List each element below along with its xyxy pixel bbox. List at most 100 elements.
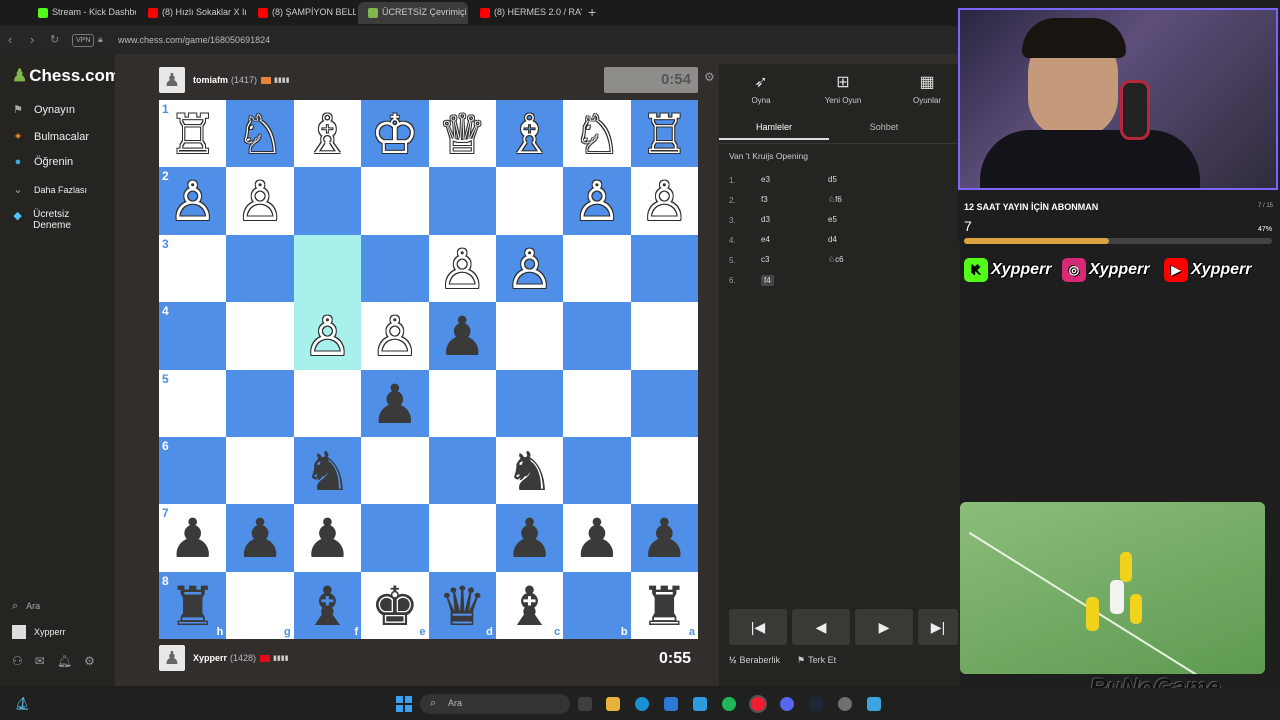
black-queen-piece[interactable]: ♛ — [429, 572, 496, 639]
browser-tab[interactable]: (8) ŞAMPİYON BELLİ C — [248, 2, 356, 24]
board-square[interactable] — [563, 436, 631, 505]
browser-tab[interactable]: Stream - Kick Dashboard — [28, 2, 136, 24]
board-square[interactable]: g — [226, 571, 294, 640]
sidebar-item-play[interactable]: ⚑ Oynayın — [12, 103, 75, 117]
board-square[interactable]: ♟ — [630, 504, 699, 572]
white-move[interactable]: c3 — [761, 255, 769, 264]
board-square[interactable] — [495, 302, 564, 370]
forward-icon[interactable]: › — [30, 33, 34, 47]
previous-move-button[interactable]: ◀ — [792, 609, 850, 645]
board-square[interactable]: ♘ — [226, 100, 294, 168]
black-bishop-piece[interactable]: ♝ — [496, 572, 563, 639]
chess-logo[interactable]: ♟ Chess.com — [12, 66, 120, 86]
board-square[interactable]: ♙ — [563, 167, 631, 235]
board-square[interactable]: ♙ — [630, 167, 699, 235]
sidebar-item-more[interactable]: ⌄ Daha Fazlası — [12, 183, 87, 196]
url-field[interactable]: www.chess.com/game/168050691824 — [118, 35, 270, 45]
board-square[interactable]: ♗ — [495, 100, 564, 168]
browser-tab-active[interactable]: ÜCRETSİZ Çevrimiçi S — [358, 2, 468, 24]
board-square[interactable] — [226, 436, 294, 505]
board-square[interactable] — [563, 302, 631, 370]
board-square[interactable]: ♟ — [428, 302, 496, 370]
white-pawn-piece[interactable]: ♙ — [631, 167, 698, 234]
white-pawn-piece[interactable]: ♙ — [429, 235, 496, 302]
board-square[interactable] — [428, 167, 496, 235]
board-square[interactable]: 4 — [159, 302, 227, 370]
tab-games[interactable]: ▦ Oyunlar — [895, 72, 959, 105]
black-rook-piece[interactable]: ♜ — [631, 572, 698, 639]
white-pawn-piece[interactable]: ♙ — [226, 167, 293, 234]
white-pawn-piece[interactable]: ♙ — [496, 235, 563, 302]
board-square[interactable]: ♙ — [495, 234, 564, 303]
white-rook-piece[interactable]: ♖ — [159, 100, 226, 167]
black-bishop-piece[interactable]: ♝ — [294, 572, 361, 639]
board-square[interactable]: ♟ — [293, 504, 362, 572]
board-square[interactable]: ♔ — [361, 100, 429, 168]
board-square[interactable] — [428, 436, 496, 505]
opera-icon[interactable] — [749, 695, 767, 713]
white-knight-piece[interactable]: ♘ — [226, 100, 293, 167]
black-knight-piece[interactable]: ♞ — [294, 437, 361, 504]
board-square[interactable]: ♟ — [361, 369, 429, 437]
sidebar-item-puzzles[interactable]: ✦ Bulmacalar — [12, 130, 89, 144]
board-square[interactable]: d ♛ — [428, 571, 496, 640]
steam-icon[interactable] — [809, 697, 823, 711]
white-king-piece[interactable]: ♔ — [361, 100, 428, 167]
board-square[interactable]: c ♝ — [495, 571, 564, 640]
avatar[interactable]: ♟ — [159, 645, 185, 671]
black-pawn-piece[interactable]: ♟ — [631, 504, 698, 571]
board-square[interactable] — [630, 369, 699, 437]
gear-icon[interactable]: ⚙ — [84, 654, 95, 668]
board-square[interactable] — [630, 302, 699, 370]
board-square[interactable]: ♕ — [428, 100, 496, 168]
board-square[interactable] — [361, 234, 429, 303]
app-icon[interactable] — [693, 697, 707, 711]
white-pawn-piece[interactable]: ♙ — [361, 302, 428, 369]
board-square[interactable] — [361, 504, 429, 572]
new-tab-button[interactable]: + — [588, 4, 596, 20]
white-rook-piece[interactable]: ♖ — [631, 100, 698, 167]
tab-play[interactable]: ➶ Oyna — [729, 72, 793, 105]
black-pawn-piece[interactable]: ♟ — [294, 504, 361, 571]
board-square[interactable] — [293, 234, 362, 303]
store-icon[interactable] — [664, 697, 678, 711]
draw-button[interactable]: ½ Beraberlik — [729, 655, 780, 665]
bell-icon[interactable]: 🔔︎ — [57, 654, 72, 668]
board-square[interactable]: ♟ — [563, 504, 631, 572]
white-pawn-piece[interactable]: ♙ — [159, 167, 226, 234]
white-pawn-piece[interactable]: ♙ — [294, 302, 361, 369]
board-square[interactable]: ♟ — [495, 504, 564, 572]
tab-moves[interactable]: Hamleler — [719, 114, 829, 140]
board-square[interactable]: ♞ — [495, 436, 564, 505]
file-explorer-icon[interactable] — [606, 697, 620, 711]
board-square[interactable] — [226, 302, 294, 370]
board-square[interactable] — [226, 369, 294, 437]
black-rook-piece[interactable]: ♜ — [159, 572, 226, 639]
board-square[interactable] — [495, 167, 564, 235]
white-bishop-piece[interactable]: ♗ — [496, 100, 563, 167]
black-move[interactable]: ♘c6 — [828, 255, 844, 264]
tab-new-game[interactable]: ⊞ Yeni Oyun — [811, 72, 875, 105]
white-knight-piece[interactable]: ♘ — [563, 100, 630, 167]
white-pawn-piece[interactable]: ♙ — [563, 167, 630, 234]
board-square[interactable] — [293, 167, 362, 235]
black-knight-piece[interactable]: ♞ — [496, 437, 563, 504]
board-square[interactable] — [563, 234, 631, 303]
vpn-badge[interactable]: VPN — [72, 34, 95, 47]
board-square[interactable]: ♞ — [293, 436, 362, 505]
black-move[interactable]: d5 — [828, 175, 837, 184]
board-square[interactable] — [495, 369, 564, 437]
white-bishop-piece[interactable]: ♗ — [294, 100, 361, 167]
avatar[interactable]: ♟ — [159, 67, 185, 93]
black-move[interactable]: ♘f6 — [828, 195, 842, 204]
black-king-piece[interactable]: ♚ — [361, 572, 428, 639]
resign-button[interactable]: ⚑ Terk Et — [797, 655, 836, 666]
board-square[interactable]: e ♚ — [361, 571, 429, 640]
chess-board[interactable]: 1 ♖ ♘ ♗ ♔ ♕ ♗ ♘ ♖ 2 ♙ ♙ ♙ ♙ 3 ♙ ♙ 4 ♙ ♙ ♟ 5 ♟ 6 ♞ ♞ 7 ♟ ♟ ♟ ♟ ♟ ♟ 8 h ♜ g f ♝ e… — [159, 100, 699, 640]
board-square[interactable] — [630, 436, 699, 505]
board-square[interactable] — [361, 436, 429, 505]
white-move[interactable]: d3 — [761, 215, 770, 224]
board-square[interactable] — [226, 234, 294, 303]
app-icon[interactable] — [867, 697, 881, 711]
black-pawn-piece[interactable]: ♟ — [361, 370, 428, 437]
